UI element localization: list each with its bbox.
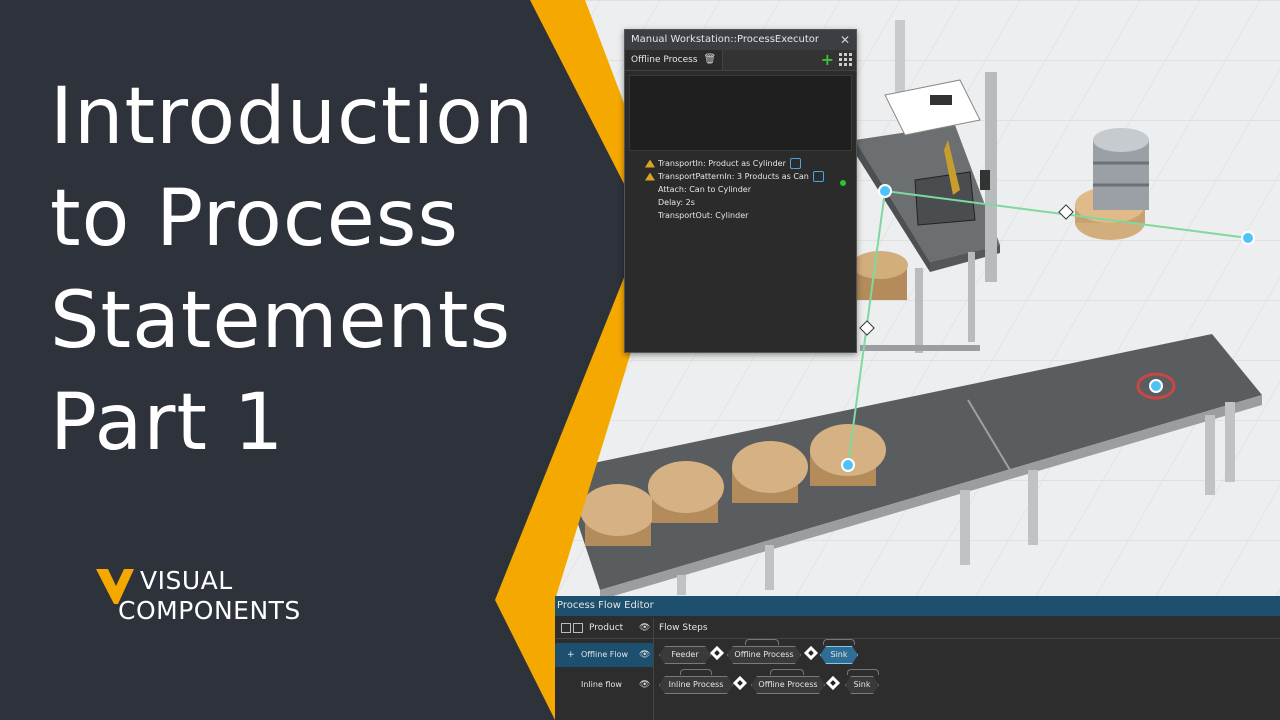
expand-collapse-controls[interactable]: [561, 623, 585, 642]
title-line-3: Statements: [50, 276, 512, 366]
flow-row-inline-flow[interactable]: Inline flow 👁 Inline Process Offline Pro…: [555, 669, 1280, 697]
flow-row-offline-flow[interactable]: + Offline Flow 👁 Feeder Offline Process …: [555, 639, 1280, 667]
expand-icon[interactable]: [573, 623, 583, 633]
video-title: Introduction to Process Statements Part …: [50, 66, 534, 474]
grid-icon[interactable]: [839, 53, 852, 66]
process-executor-window[interactable]: Manual Workstation::ProcessExecutor ✕ Of…: [624, 29, 857, 353]
eye-icon[interactable]: 👁: [639, 673, 650, 697]
step-connector-icon[interactable]: [803, 645, 819, 661]
process-canvas[interactable]: [629, 75, 852, 151]
brand-line-2: COMPONENTS: [118, 596, 301, 625]
statement-list: TransportIn: Product as Cylinder Transpo…: [625, 151, 856, 222]
flow-name: Inline flow: [581, 680, 622, 689]
delay-icon: [645, 199, 655, 207]
step-slot: [680, 669, 712, 675]
executor-title: Manual Workstation::ProcessExecutor: [631, 34, 819, 45]
flow-step-sink[interactable]: Sink: [845, 676, 879, 694]
step-slot: [823, 639, 855, 645]
step-slot: [847, 669, 879, 675]
trash-icon[interactable]: 🗑: [704, 50, 717, 70]
brand-logo: VISUAL COMPONENTS: [96, 566, 301, 626]
step-connector-icon[interactable]: [825, 675, 841, 691]
step-slot: [770, 669, 804, 675]
flow-step-feeder[interactable]: Feeder: [659, 646, 711, 664]
flow-step-sink[interactable]: Sink: [820, 646, 858, 664]
executor-titlebar[interactable]: Manual Workstation::ProcessExecutor ✕: [625, 30, 856, 50]
product-column-header: Product: [589, 623, 624, 633]
flow-step-offline-process[interactable]: Offline Process: [727, 646, 801, 664]
close-icon[interactable]: ✕: [840, 30, 850, 50]
flow-editor-title: Process Flow Editor: [555, 596, 1280, 616]
title-line-1: Introduction: [50, 72, 535, 162]
statement-label: TransportOut: Cylinder: [658, 211, 749, 220]
attach-icon: [645, 186, 655, 194]
step-connector-icon[interactable]: [709, 645, 725, 661]
link-icon[interactable]: [812, 171, 824, 182]
step-connector-icon[interactable]: [732, 675, 748, 691]
flow-steps-column-header: Flow Steps: [659, 623, 708, 633]
add-icon[interactable]: +: [567, 643, 575, 667]
executor-tab-row: Offline Process 🗑 +: [625, 50, 856, 71]
statement-item[interactable]: TransportPatternIn: 3 Products as Can: [645, 170, 856, 183]
flow-step-offline-process[interactable]: Offline Process: [751, 676, 825, 694]
plus-icon[interactable]: +: [821, 50, 834, 70]
brand-line-1: VISUAL: [140, 566, 233, 595]
process-flow-editor[interactable]: Process Flow Editor Product 👁 Flow Steps…: [555, 596, 1280, 720]
statement-label: Delay: 2s: [658, 198, 695, 207]
collapse-icon[interactable]: [561, 623, 571, 633]
transport-in-icon: [645, 159, 655, 168]
statement-label: Attach: Can to Cylinder: [658, 185, 752, 194]
statement-label: TransportPatternIn: 3 Products as Can: [658, 172, 809, 181]
step-slot: [745, 639, 779, 645]
statement-item[interactable]: TransportIn: Product as Cylinder: [645, 157, 856, 170]
flow-name: Offline Flow: [581, 650, 629, 659]
column-divider: [653, 618, 654, 720]
transport-out-icon: [645, 212, 655, 220]
link-icon[interactable]: [789, 158, 801, 169]
tab-label: Offline Process: [631, 55, 698, 65]
eye-icon[interactable]: 👁: [639, 618, 650, 638]
statement-item[interactable]: Attach: Can to Cylinder: [645, 183, 856, 196]
flow-editor-header: Product 👁 Flow Steps: [555, 618, 1280, 639]
eye-icon[interactable]: 👁: [639, 643, 650, 667]
statement-item[interactable]: TransportOut: Cylinder: [645, 209, 856, 222]
title-line-2: to Process: [50, 174, 459, 264]
title-line-4: Part 1: [50, 378, 285, 468]
tab-offline-process[interactable]: Offline Process 🗑: [625, 50, 724, 70]
status-indicator: [840, 180, 846, 186]
cylinder-stack[interactable]: [852, 251, 908, 300]
transport-pattern-in-icon: [645, 172, 655, 181]
statement-label: TransportIn: Product as Cylinder: [658, 159, 786, 168]
statement-item[interactable]: Delay: 2s: [645, 196, 856, 209]
flow-step-inline-process[interactable]: Inline Process: [659, 676, 733, 694]
